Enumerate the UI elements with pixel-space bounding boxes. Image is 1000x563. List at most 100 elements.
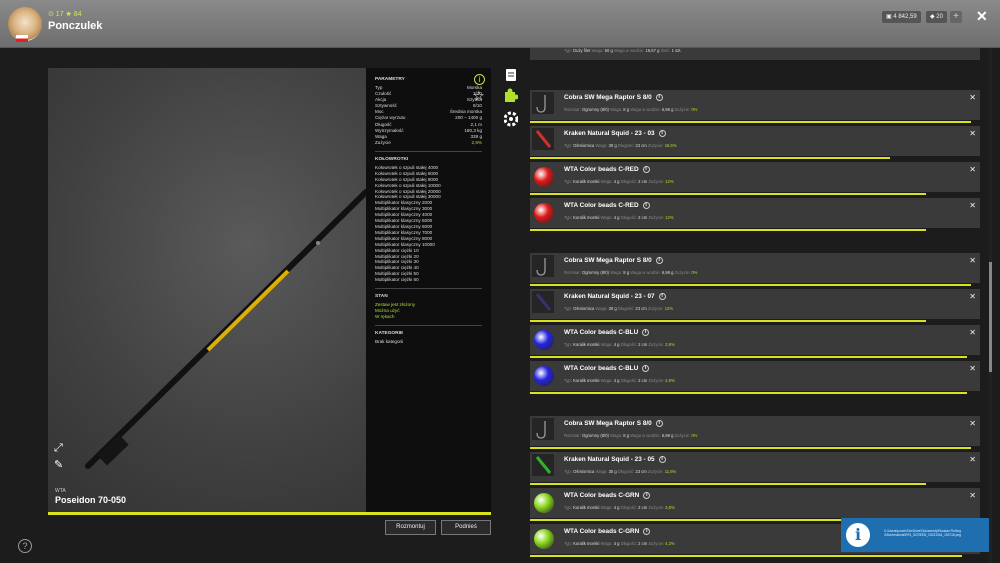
remove-item-close-icon[interactable]: ✕ — [969, 491, 976, 500]
item-meta: Typ: Koralik morski Waga: 4 g Długość: 2… — [564, 179, 674, 184]
item-meta: Typ: Koralik morski Waga: 4 g Długość: 2… — [564, 505, 675, 510]
item-name-text: WTA Color beads C-BLU — [564, 329, 639, 337]
wear-bar — [530, 447, 971, 449]
state-list: Zestaw jest złożony Można użyć W rękach — [375, 302, 482, 320]
info-icon[interactable]: i — [655, 420, 663, 427]
param-row: Zużycie 2,8% — [375, 140, 482, 146]
tackle-item[interactable]: WTA Color beads C-RED i Typ: Koralik morsk… — [530, 162, 980, 195]
level-indicator: ⊙ 17 ★ 84 — [48, 11, 82, 18]
squid-thumb — [532, 454, 554, 476]
hook-thumb — [532, 255, 554, 277]
item-name: Kraken Natural Squid - 23 - 03 i — [564, 130, 666, 137]
wear-bar — [530, 356, 967, 358]
info-icon[interactable]: i — [655, 257, 663, 264]
hook-thumb — [532, 418, 554, 440]
gold-balance-value: 20 — [936, 14, 943, 20]
squid-icon — [535, 293, 552, 311]
reel-compat-item: Multiplikator ciężki 60 — [375, 277, 419, 283]
item-meta: Rozmiar: Ogromny (8/0) Waga: 8 g Waga w … — [564, 270, 698, 275]
tackle-item[interactable]: Kraken Natural Squid - 23 - 05 i Typ: Ośmi… — [530, 452, 980, 485]
item-meta: Typ: Ośmiornica Waga: 30 g Długość: 23 c… — [564, 306, 674, 311]
screenshot-toast[interactable]: i C:\Users\punch\OneDrive\Dokumenty\Russ… — [841, 518, 989, 552]
info-icon[interactable]: i — [642, 365, 650, 372]
item-name-text: Cobra SW Mega Raptor S 8/0 — [564, 257, 652, 265]
bead-icon — [534, 529, 554, 549]
wear-bar — [530, 320, 926, 322]
info-icon[interactable]: i — [642, 202, 650, 209]
remove-item-close-icon[interactable]: ✕ — [969, 129, 976, 138]
scrollbar-thumb[interactable] — [989, 262, 992, 372]
remove-item-close-icon[interactable]: ✕ — [969, 165, 976, 174]
wear-bar — [530, 121, 971, 123]
hook-thumb — [532, 92, 554, 114]
item-meta: Typ: Koralik morski Waga: 4 g Długość: 2… — [564, 378, 675, 383]
item-meta: Typ: Duży filet Waga: 50 g Waga w wodzie… — [564, 48, 682, 53]
hook-icon — [536, 95, 546, 113]
tackle-list[interactable]: Typ: Duży filet Waga: 50 g Waga w wodzie… — [530, 48, 980, 563]
dismantle-button[interactable]: Rozmontuj — [385, 520, 436, 535]
silver-balance-value: 4 842,59 — [893, 14, 917, 20]
category-title: KATEGORIE — [375, 331, 404, 337]
info-icon: i — [846, 523, 870, 547]
tackle-item[interactable]: Kraken Natural Squid - 23 - 07 i Typ: Ośmi… — [530, 289, 980, 322]
list-item-partial[interactable]: Typ: Duży filet Waga: 50 g Waga w wodzie… — [530, 48, 980, 60]
edit-icon[interactable]: ✎ — [54, 458, 66, 471]
wear-bar — [530, 284, 971, 286]
favorite-star-icon[interactable]: ☆ — [473, 88, 485, 104]
tackle-item[interactable]: WTA Color beads C-GRN i Typ: Koralik morsk… — [530, 488, 980, 521]
info-icon[interactable]: i — [642, 166, 650, 173]
info-icon[interactable]: i — [643, 492, 651, 499]
item-meta: Typ: Koralik morski Waga: 4 g Długość: 2… — [564, 342, 675, 347]
puzzle-icon[interactable] — [505, 88, 519, 103]
item-name-text: WTA Color beads C-RED — [564, 202, 639, 210]
info-icon[interactable]: i — [658, 130, 666, 137]
info-icon[interactable]: i — [655, 94, 663, 101]
parameters-rows: Typ Morska Czułość 3/10 Akcja Szybka Sztywność… — [375, 85, 482, 146]
help-icon[interactable]: ? — [18, 539, 32, 553]
silver-balance: ▣ 4 842,59 — [882, 11, 921, 23]
item-meta: Typ: Ośmiornica Waga: 30 g Długość: 23 c… — [564, 469, 677, 474]
info-icon[interactable]: i — [658, 456, 666, 463]
tackle-item[interactable]: Cobra SW Mega Raptor S 8/0 i Rozmiar: Ogro… — [530, 416, 980, 449]
remove-item-close-icon[interactable]: ✕ — [969, 328, 976, 337]
remove-item-close-icon[interactable]: ✕ — [969, 93, 976, 102]
param-key: Zużycie — [375, 139, 391, 145]
tackle-item[interactable]: WTA Color beads C-RED i Typ: Koralik morsk… — [530, 198, 980, 231]
tackle-item[interactable]: Cobra SW Mega Raptor S 8/0 i Rozmiar: Ogro… — [530, 253, 980, 286]
tackle-item[interactable]: WTA Color beads C-BLU i Typ: Koralik morsk… — [530, 361, 980, 394]
remove-item-close-icon[interactable]: ✕ — [969, 292, 976, 301]
info-icon[interactable]: i — [643, 528, 651, 535]
info-icon[interactable]: i — [474, 74, 485, 85]
flag-icon — [16, 35, 28, 42]
fullscreen-icon[interactable]: ⤢ — [54, 442, 66, 454]
item-meta: Rozmiar: Ogromny (8/0) Waga: 8 g Waga w … — [564, 433, 698, 438]
wear-bar — [530, 157, 890, 159]
info-icon[interactable]: i — [658, 293, 666, 300]
divider — [375, 150, 482, 152]
side-toolbar — [503, 68, 519, 133]
param-value: 2,8% — [471, 139, 482, 145]
top-bar: ⊙ 17 ★ 84 Ponczulek ▣ 4 842,59 ◆ 20 + ✕ — [0, 0, 1000, 48]
reels-list: Kołowrotek o szpuli stałej 4000 Kołowrote… — [375, 165, 482, 283]
squid-icon — [535, 456, 552, 474]
item-meta: Rozmiar: Ogromny (8/0) Waga: 8 g Waga w … — [564, 107, 698, 112]
tackle-item[interactable]: Cobra SW Mega Raptor S 8/0 i Rozmiar: Ogro… — [530, 90, 980, 123]
info-icon[interactable]: i — [642, 329, 650, 336]
close-button[interactable]: ✕ — [976, 8, 988, 25]
add-currency-button[interactable]: + — [950, 11, 962, 23]
item-name: Kraken Natural Squid - 23 - 05 i — [564, 456, 666, 463]
remove-item-close-icon[interactable]: ✕ — [969, 455, 976, 464]
notes-icon[interactable] — [506, 69, 516, 81]
remove-item-close-icon[interactable]: ✕ — [969, 256, 976, 265]
wear-bar — [530, 193, 926, 195]
remove-item-close-icon[interactable]: ✕ — [969, 419, 976, 428]
settings-gear-icon[interactable] — [503, 111, 519, 127]
squid-icon — [535, 130, 552, 148]
pickup-button[interactable]: Podnieś — [441, 520, 491, 535]
remove-item-close-icon[interactable]: ✕ — [969, 364, 976, 373]
item-name: WTA Color beads C-GRN i — [564, 528, 651, 535]
tackle-item[interactable]: Kraken Natural Squid - 23 - 03 i Typ: Ośmi… — [530, 126, 980, 159]
item-name: WTA Color beads C-RED i — [564, 202, 650, 209]
tackle-item[interactable]: WTA Color beads C-BLU i Typ: Koralik morsk… — [530, 325, 980, 358]
remove-item-close-icon[interactable]: ✕ — [969, 201, 976, 210]
